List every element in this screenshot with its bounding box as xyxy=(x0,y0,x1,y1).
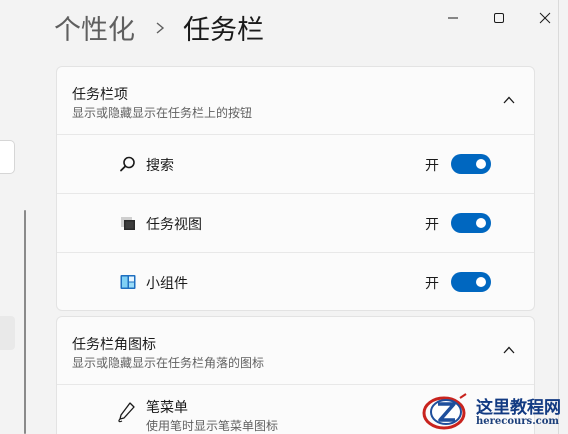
chevron-up-icon[interactable] xyxy=(502,93,516,107)
toggle-knob xyxy=(476,277,486,287)
pen-menu-subtitle: 使用笔时显示笔菜单图标 xyxy=(146,419,279,433)
taskbar-items-subtitle: 显示或隐藏显示在任务栏上的按钮 xyxy=(72,106,253,120)
corner-icons-title: 任务栏角图标 xyxy=(72,337,156,353)
breadcrumb-personalization[interactable]: 个性化 xyxy=(54,8,135,47)
task-view-label: 任务视图 xyxy=(146,217,202,233)
maximize-button[interactable] xyxy=(476,0,522,36)
window-controls xyxy=(430,0,568,36)
nav-scrollbar[interactable] xyxy=(24,210,26,434)
breadcrumb-separator-icon xyxy=(155,21,165,35)
site-watermark: 这里教程网 herecours.com xyxy=(420,390,568,434)
task-view-state-label: 开 xyxy=(425,217,439,233)
window-right-edge xyxy=(558,0,568,434)
pen-menu-label: 笔菜单 xyxy=(146,400,188,416)
maximize-icon xyxy=(494,13,504,23)
chevron-up-icon[interactable] xyxy=(502,343,516,357)
watermark-title: 这里教程网 xyxy=(476,398,561,418)
search-icon xyxy=(119,155,137,173)
close-icon xyxy=(539,12,551,24)
widgets-label: 小组件 xyxy=(146,276,188,292)
corner-icons-header[interactable]: 任务栏角图标 显示或隐藏显示在任务栏角落的图标 xyxy=(57,317,534,385)
watermark-domain: herecours.com xyxy=(476,416,560,427)
search-row: 搜索 开 xyxy=(57,135,534,194)
search-toggle[interactable] xyxy=(451,154,491,174)
corner-icons-subtitle: 显示或隐藏显示在任务栏角落的图标 xyxy=(72,356,265,370)
widgets-state-label: 开 xyxy=(425,276,439,292)
navigation-pane-edge xyxy=(0,0,26,434)
toggle-knob xyxy=(476,218,486,228)
watermark-logo-icon xyxy=(422,393,467,430)
widgets-icon xyxy=(119,273,137,291)
pen-icon xyxy=(118,402,135,423)
widgets-toggle[interactable] xyxy=(451,272,491,292)
breadcrumb: 个性化 任务栏 xyxy=(54,8,264,47)
nav-selected-item-edge[interactable] xyxy=(0,316,15,350)
widgets-row: 小组件 开 xyxy=(57,253,534,312)
minimize-button[interactable] xyxy=(430,0,476,36)
toggle-knob xyxy=(476,159,486,169)
taskbar-items-header[interactable]: 任务栏项 显示或隐藏显示在任务栏上的按钮 xyxy=(57,67,534,135)
minimize-icon xyxy=(448,17,458,19)
close-button[interactable] xyxy=(522,0,568,36)
search-state-label: 开 xyxy=(425,158,439,174)
page-title: 任务栏 xyxy=(183,15,264,46)
nav-search-box-edge[interactable] xyxy=(0,140,15,174)
task-view-icon xyxy=(119,214,137,232)
taskbar-items-title: 任务栏项 xyxy=(72,87,128,103)
search-label: 搜索 xyxy=(146,158,174,174)
task-view-row: 任务视图 开 xyxy=(57,194,534,253)
taskbar-items-card: 任务栏项 显示或隐藏显示在任务栏上的按钮 搜索 开 任务视图 开 小组件 开 xyxy=(56,66,535,311)
task-view-toggle[interactable] xyxy=(451,213,491,233)
